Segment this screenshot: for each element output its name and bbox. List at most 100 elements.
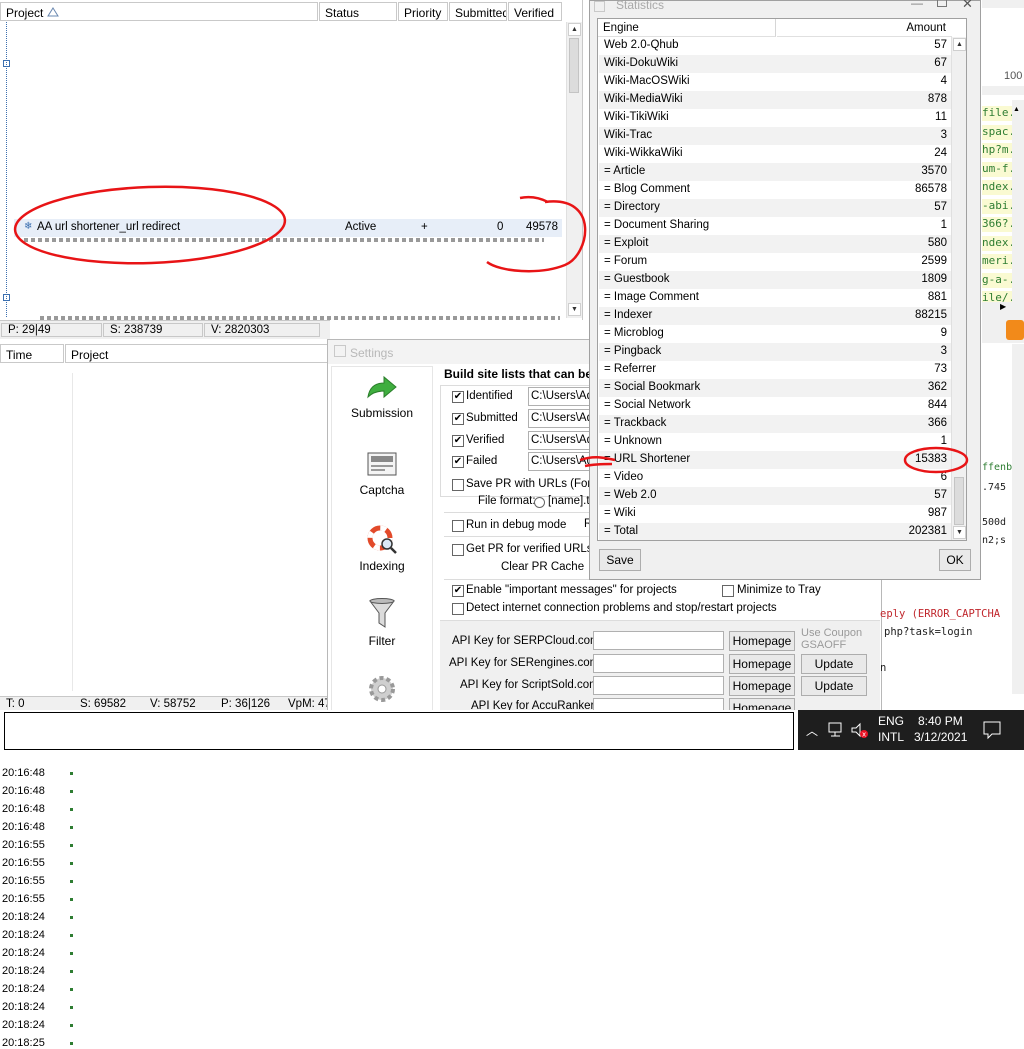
statistics-row[interactable]: = Article 3570 xyxy=(599,163,951,181)
statistics-row[interactable]: = Forum 2599 xyxy=(599,253,951,271)
nav-indexing[interactable]: Indexing xyxy=(332,524,432,573)
statistics-row[interactable]: Wiki-DokuWiki 67 xyxy=(599,55,951,73)
nav-advanced[interactable] xyxy=(332,673,432,708)
api-accuranker-input[interactable] xyxy=(593,698,724,710)
statistics-row[interactable]: = Guestbook 1809 xyxy=(599,271,951,289)
col-header-verified[interactable]: Verified xyxy=(508,2,562,21)
chevron-up-icon[interactable]: ︿ xyxy=(806,722,818,739)
statistics-row[interactable]: = Trackback 366 xyxy=(599,415,951,433)
statistics-row[interactable]: Web 2.0-Qhub 57 xyxy=(599,37,951,55)
network-icon[interactable] xyxy=(828,722,846,738)
minimize-icon[interactable]: — xyxy=(911,0,923,10)
verified-label: Verified xyxy=(466,434,505,446)
statistics-row[interactable]: = Image Comment 881 xyxy=(599,289,951,307)
nav-submission[interactable]: Submission xyxy=(332,373,432,420)
debug-mode-checkbox[interactable] xyxy=(452,520,464,532)
nav-filter[interactable]: Filter xyxy=(332,597,432,648)
projects-scrollbar[interactable]: ▲ ▼ xyxy=(566,22,582,318)
minimize-tray-checkbox[interactable] xyxy=(722,585,734,597)
statistics-row[interactable]: Wiki-TikiWiki 11 xyxy=(599,109,951,127)
statistics-row[interactable]: = URL Shortener 15383 xyxy=(599,451,951,469)
statistics-ok-button[interactable]: OK xyxy=(939,549,971,571)
clear-pr-button[interactable]: Clear PR Cache xyxy=(501,561,584,573)
statistics-row[interactable]: = Blog Comment 86578 xyxy=(599,181,951,199)
statistics-row[interactable]: = Referrer 73 xyxy=(599,361,951,379)
verified-checkbox[interactable]: ✔ xyxy=(452,435,464,447)
clock-date[interactable]: 3/12/2021 xyxy=(914,730,967,744)
statistics-row[interactable]: Wiki-Trac 3 xyxy=(599,127,951,145)
accuranker-homepage-button[interactable]: Homepage xyxy=(729,698,795,710)
statistics-row[interactable]: Wiki-MediaWiki 878 xyxy=(599,91,951,109)
statistics-row[interactable]: = Directory 57 xyxy=(599,199,951,217)
col-header-time[interactable]: Time xyxy=(0,344,64,363)
language-code[interactable]: ENG xyxy=(878,714,904,728)
col-header-log-project[interactable]: Project xyxy=(65,344,330,363)
statistics-row[interactable]: = Web 2.0 57 xyxy=(599,487,951,505)
failed-path-input[interactable]: C:\Users\Ad xyxy=(528,452,590,471)
scroll-down-icon[interactable]: ▼ xyxy=(953,526,966,539)
statistics-row[interactable]: = Video 6 xyxy=(599,469,951,487)
serengines-update-button[interactable]: Update xyxy=(801,654,867,674)
statistics-row[interactable]: = Document Sharing 1 xyxy=(599,217,951,235)
use-coupon-button[interactable]: Use Coupon GSAOFF xyxy=(801,627,871,651)
statistics-row[interactable]: Wiki-MacOSWiki 4 xyxy=(599,73,951,91)
nav-captcha[interactable]: Captcha xyxy=(332,450,432,497)
failed-checkbox[interactable]: ✔ xyxy=(452,456,464,468)
clock-time[interactable]: 8:40 PM xyxy=(918,714,963,728)
statistics-save-button[interactable]: Save xyxy=(599,549,641,571)
api-scriptsold-input[interactable] xyxy=(593,676,724,695)
col-header-engine[interactable]: Engine xyxy=(598,19,776,37)
statistics-titlebar[interactable]: Statistics — ✕ xyxy=(590,0,980,17)
serpcloud-homepage-button[interactable]: Homepage xyxy=(729,631,795,651)
statistics-row[interactable]: = Exploit 580 xyxy=(599,235,951,253)
important-messages-checkbox[interactable]: ✔ xyxy=(452,585,464,597)
file-format-radio[interactable] xyxy=(534,497,545,508)
statistics-row[interactable]: Wiki-WikkaWiki 24 xyxy=(599,145,951,163)
tree-collapse-icon[interactable] xyxy=(3,294,10,301)
col-header-project[interactable]: Project xyxy=(0,2,318,21)
maximize-icon[interactable] xyxy=(937,0,947,7)
submitted-path-input[interactable]: C:\Users\Ad xyxy=(528,409,590,428)
notification-icon[interactable] xyxy=(982,720,1002,740)
detect-internet-checkbox[interactable] xyxy=(452,603,464,615)
verified-path-input[interactable]: C:\Users\Ad xyxy=(528,431,590,450)
col-header-submitted[interactable]: Submitted xyxy=(449,2,507,21)
save-pr-checkbox[interactable] xyxy=(452,479,464,491)
language-layout[interactable]: INTL xyxy=(878,730,904,744)
identified-checkbox[interactable]: ✔ xyxy=(452,391,464,403)
statistics-row[interactable]: = Social Network 844 xyxy=(599,397,951,415)
submitted-checkbox[interactable]: ✔ xyxy=(452,413,464,425)
statistics-row[interactable]: = Microblog 9 xyxy=(599,325,951,343)
identified-path-input[interactable]: C:\Users\Ad xyxy=(528,387,590,406)
api-serpcloud-input[interactable] xyxy=(593,631,724,650)
col-header-status[interactable]: Status xyxy=(319,2,397,21)
statistics-row[interactable]: = Unknown 1 xyxy=(599,433,951,451)
scroll-up-icon[interactable]: ▲ xyxy=(568,23,581,36)
scriptsold-homepage-button[interactable]: Homepage xyxy=(729,676,795,696)
scroll-thumb[interactable] xyxy=(954,477,964,525)
log-time: 20:16:55 xyxy=(2,893,45,905)
statistics-row[interactable]: = Indexer 88215 xyxy=(599,307,951,325)
background-log-line: ffenb xyxy=(982,462,1013,473)
volume-muted-icon[interactable]: x xyxy=(850,722,870,740)
statistics-row[interactable]: = Social Bookmark 362 xyxy=(599,379,951,397)
tree-collapse-icon[interactable] xyxy=(3,60,10,67)
scroll-down-icon[interactable]: ▼ xyxy=(568,303,581,316)
get-pr-checkbox[interactable] xyxy=(452,544,464,556)
statistics-scrollbar[interactable]: ▲ ▼ xyxy=(951,37,966,540)
close-icon[interactable]: ✕ xyxy=(962,0,973,12)
scroll-up-icon[interactable]: ▲ xyxy=(953,38,966,51)
api-serengines-input[interactable] xyxy=(593,654,724,673)
col-header-priority[interactable]: Priority xyxy=(398,2,448,21)
col-header-amount[interactable]: Amount xyxy=(777,19,952,37)
background-code-line: hp?m. xyxy=(982,143,1014,158)
serengines-homepage-button[interactable]: Homepage xyxy=(729,654,795,674)
scriptsold-update-button[interactable]: Update xyxy=(801,676,867,696)
taskbar-search-area[interactable] xyxy=(4,712,794,750)
engine-amount: 987 xyxy=(927,507,947,519)
statistics-row[interactable]: = Total 202381 xyxy=(599,523,951,540)
statistics-row[interactable]: = Wiki 987 xyxy=(599,505,951,523)
statistics-row[interactable]: = Pingback 3 xyxy=(599,343,951,361)
scroll-thumb[interactable] xyxy=(569,38,579,93)
project-row[interactable]: ❄ AA url shortener_url redirect Active +… xyxy=(14,219,562,237)
